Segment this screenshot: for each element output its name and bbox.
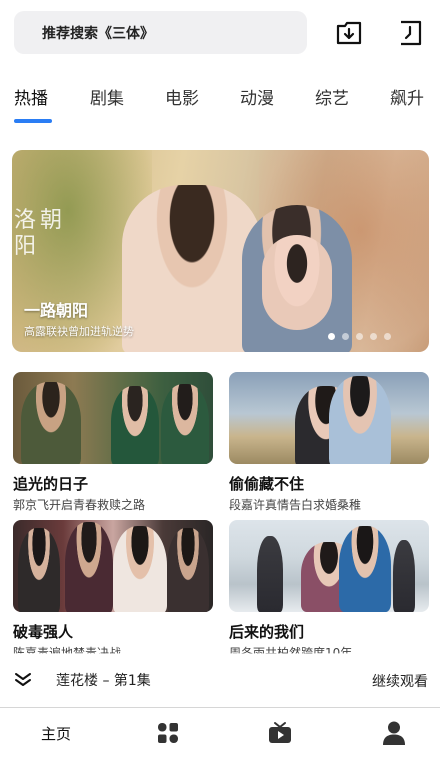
tab-hot[interactable]: 热播 xyxy=(14,84,48,109)
continue-watching-button[interactable]: 继续观看 xyxy=(372,671,428,691)
video-card[interactable]: 后来的我们 周冬雨井柏然跨度10年 xyxy=(229,520,429,658)
video-title: 偷偷藏不住 xyxy=(229,475,305,493)
nav-home-label: 主页 xyxy=(40,724,71,743)
banner-subtitle: 高露联袂曾加进轨逆势 xyxy=(24,325,134,338)
grid-icon xyxy=(158,723,178,743)
now-playing-text: 莲花楼 – 第1集 xyxy=(56,673,151,689)
video-title: 追光的日子 xyxy=(13,475,89,493)
tv-play-icon xyxy=(269,722,291,743)
chevron-down-icon[interactable] xyxy=(14,670,32,688)
nav-home[interactable]: 主页 xyxy=(26,716,86,750)
video-card[interactable]: 偷偷藏不住 段嘉许真情告白求婚桑稚 xyxy=(229,372,429,512)
nav-categories[interactable] xyxy=(138,716,198,750)
tab-series[interactable]: 剧集 xyxy=(90,84,124,109)
video-description: 段嘉许真情告白求婚桑稚 xyxy=(229,498,362,512)
carousel-dots xyxy=(328,333,391,340)
banner-figure-woman xyxy=(122,185,262,352)
nav-tv[interactable] xyxy=(250,716,310,750)
active-tab-indicator xyxy=(14,119,52,123)
nav-profile[interactable] xyxy=(364,716,424,750)
video-thumbnail xyxy=(13,372,213,464)
video-description: 郭京飞开启青春救赎之路 xyxy=(13,498,146,512)
tab-movies[interactable]: 电影 xyxy=(165,84,199,109)
banner-figure-child xyxy=(262,235,332,330)
download-icon[interactable] xyxy=(334,18,364,48)
continue-watching-bar[interactable]: 莲花楼 – 第1集 继续观看 xyxy=(0,660,440,702)
carousel-dot[interactable] xyxy=(328,333,335,340)
tab-rising[interactable]: 飙升 xyxy=(390,84,424,109)
banner-calligraphy: 洛朝阳 xyxy=(14,208,67,259)
bottom-navigation: 主页 xyxy=(0,708,440,770)
carousel-dot[interactable] xyxy=(356,333,363,340)
carousel-dot[interactable] xyxy=(384,333,391,340)
tab-variety[interactable]: 综艺 xyxy=(315,84,349,109)
video-description: 陈嘉毒遍地禁毒决战 xyxy=(13,646,122,660)
video-title: 后来的我们 xyxy=(229,623,305,641)
video-thumbnail xyxy=(229,520,429,612)
carousel-dot[interactable] xyxy=(370,333,377,340)
video-card[interactable]: 追光的日子 郭京飞开启青春救赎之路 xyxy=(13,372,213,512)
top-bar: 推荐搜索《三体》 xyxy=(0,0,440,68)
history-icon[interactable] xyxy=(395,18,425,48)
category-tabs: 热播 剧集 电影 动漫 综艺 飙升 xyxy=(0,78,440,128)
search-input[interactable]: 推荐搜索《三体》 xyxy=(14,11,307,54)
search-placeholder: 推荐搜索《三体》 xyxy=(42,25,154,42)
video-title: 破毒强人 xyxy=(13,623,74,641)
video-card[interactable]: 破毒强人 陈嘉毒遍地禁毒决战 xyxy=(13,520,213,658)
video-thumbnail xyxy=(229,372,429,464)
banner-title: 一路朝阳 xyxy=(24,301,89,320)
video-description: 周冬雨井柏然跨度10年 xyxy=(229,646,353,660)
featured-banner[interactable]: 洛朝阳 一路朝阳 高露联袂曾加进轨逆势 xyxy=(12,150,429,352)
carousel-dot[interactable] xyxy=(342,333,349,340)
video-thumbnail xyxy=(13,520,213,612)
tab-anime[interactable]: 动漫 xyxy=(240,84,274,109)
user-icon xyxy=(383,721,405,745)
